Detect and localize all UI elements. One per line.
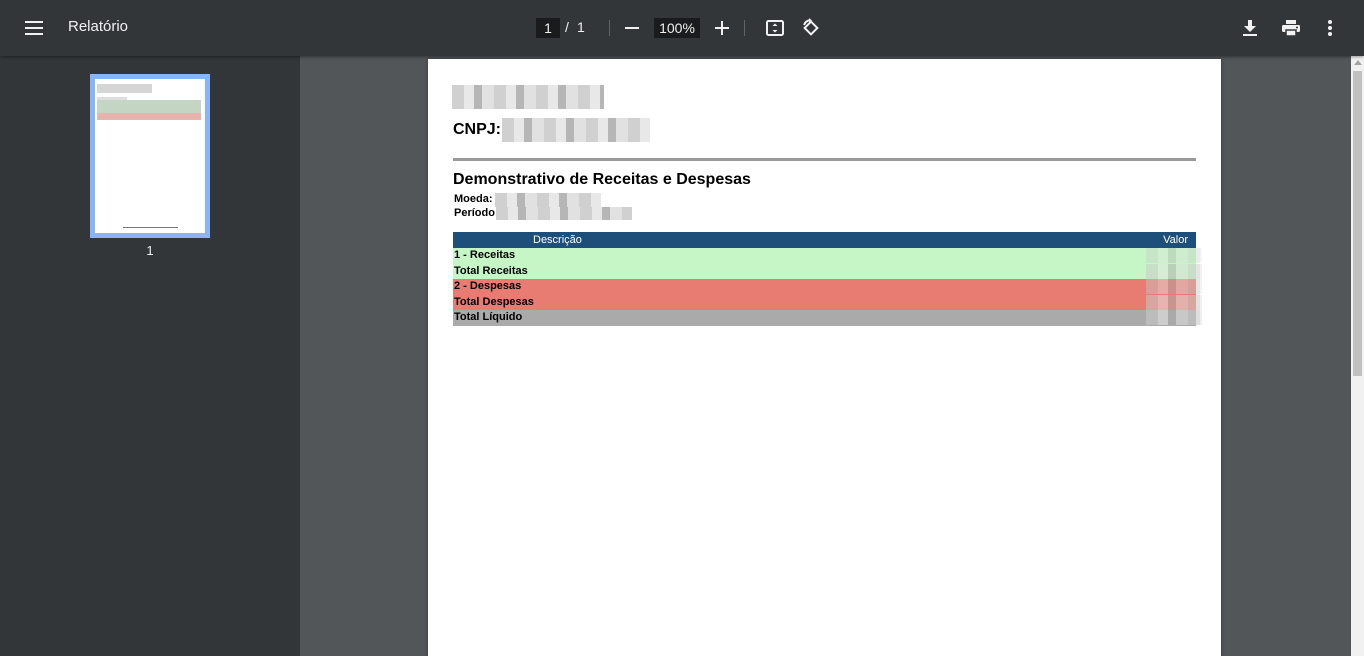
pdf-page: CNPJ: Demonstrativo de Receitas e Despes…: [428, 59, 1221, 656]
table-header-row: Descrição Valor: [453, 232, 1196, 248]
page-number-input[interactable]: 1: [536, 18, 560, 38]
table-row: 2 - Despesas: [453, 279, 1202, 295]
zoom-level-input[interactable]: 100%: [654, 18, 700, 38]
row-label: Total Despesas: [454, 295, 534, 308]
table-row: Total Receitas: [453, 263, 1202, 280]
thumbnail-header-block: [97, 84, 152, 93]
row-value-redacted: [1146, 294, 1202, 310]
rotate-button[interactable]: [795, 12, 827, 44]
thumbnail-page: [95, 79, 205, 233]
zoom-in-icon: [715, 21, 729, 35]
column-header-descricao: Descrição: [533, 234, 582, 246]
pdf-toolbar: Relatório 1 / 1 100%: [0, 0, 1364, 56]
zoom-in-button[interactable]: [706, 12, 738, 44]
row-label: Total Líquido: [454, 311, 523, 324]
fit-to-page-button[interactable]: [759, 12, 791, 44]
scrollbar-thumb[interactable]: [1353, 71, 1362, 376]
thumbnail-sidebar: 1: [0, 56, 300, 656]
moeda-label: Moeda:: [454, 193, 493, 205]
moeda-value-redacted: [495, 193, 601, 207]
table-row: 1 - Receitas: [453, 248, 1202, 264]
download-icon: [1243, 19, 1257, 36]
print-icon: [1282, 20, 1300, 36]
row-value-redacted: [1146, 279, 1202, 295]
zoom-out-button[interactable]: [616, 12, 648, 44]
report-table: Descrição Valor 1 - Receitas Total Recei…: [453, 232, 1202, 326]
vertical-scrollbar[interactable]: [1351, 56, 1364, 656]
rotate-icon: [803, 18, 819, 36]
cnpj-value-redacted: [502, 118, 650, 142]
column-header-valor: Valor: [1163, 234, 1188, 246]
document-title: Relatório: [68, 18, 129, 35]
menu-button[interactable]: [18, 12, 50, 44]
periodo-value-redacted: [496, 207, 632, 220]
toolbar-divider: [609, 20, 610, 36]
report-title: Demonstrativo de Receitas e Despesas: [453, 171, 751, 188]
table-row: Total Líquido: [453, 310, 1202, 326]
menu-icon: [25, 21, 43, 35]
toolbar-divider: [744, 20, 745, 36]
row-label: 2 - Despesas: [454, 280, 522, 293]
thumbnail-page-number: 1: [146, 243, 154, 258]
thumbnail-green-block: [97, 100, 201, 113]
more-vert-icon: [1328, 20, 1332, 36]
zoom-out-icon: [625, 27, 639, 29]
row-value-redacted: [1146, 310, 1202, 326]
page-total: 1: [577, 19, 585, 35]
thumbnail-footer-line: [123, 227, 178, 228]
document-viewer[interactable]: CNPJ: Demonstrativo de Receitas e Despes…: [300, 56, 1364, 656]
page-separator: /: [565, 19, 569, 35]
scroll-up-arrow-icon[interactable]: [1354, 60, 1362, 65]
row-value-redacted: [1146, 248, 1202, 263]
print-button[interactable]: [1275, 12, 1307, 44]
row-value-redacted: [1146, 263, 1202, 279]
more-options-button[interactable]: [1314, 12, 1346, 44]
fit-page-icon: [766, 20, 784, 36]
header-divider: [453, 158, 1196, 161]
thumbnail-red-block: [97, 113, 201, 120]
company-name-redacted: [452, 85, 604, 109]
periodo-label: Período: [454, 207, 495, 219]
page-thumbnail[interactable]: [90, 74, 210, 238]
cnpj-label: CNPJ:: [453, 121, 502, 138]
table-row: Total Despesas: [453, 294, 1202, 311]
row-label: 1 - Receitas: [454, 249, 516, 261]
row-label: Total Receitas: [454, 264, 528, 277]
download-button[interactable]: [1234, 12, 1266, 44]
